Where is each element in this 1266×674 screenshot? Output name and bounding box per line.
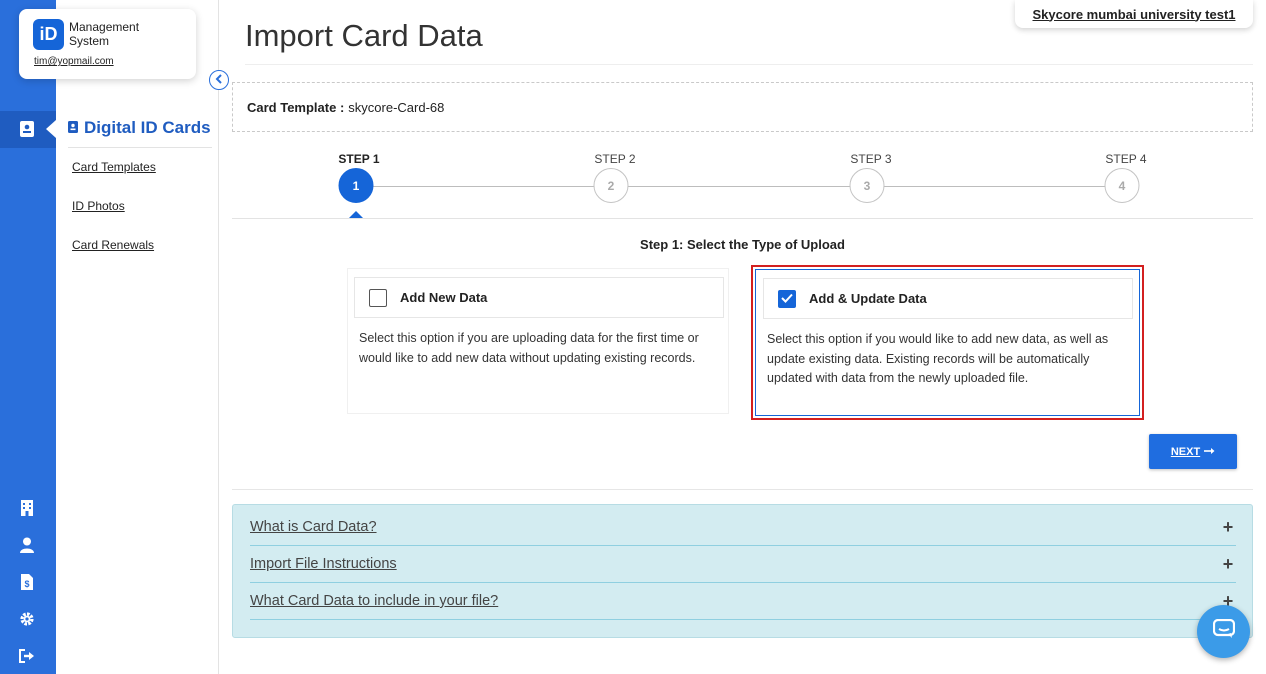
step-4-label: STEP 4 (1105, 152, 1147, 166)
user-email-link[interactable]: tim@yopmail.com (34, 56, 114, 67)
sidebar-title: Digital ID Cards (68, 118, 211, 138)
card-template-label: Card Template : (247, 99, 345, 115)
step-4-circle: 4 (1104, 168, 1140, 203)
brand-name: Management System (69, 20, 139, 48)
chat-icon (1212, 618, 1235, 644)
next-button-label: NEXT (1170, 445, 1201, 458)
accordion-label[interactable]: Import File Instructions (250, 556, 397, 572)
plus-icon[interactable]: + (1220, 517, 1236, 538)
option-add-new-data[interactable]: Add New Data Select this option if you a… (347, 268, 729, 414)
brand-card: iD Management System tim@yopmail.com (19, 9, 196, 79)
title-divider (245, 64, 1253, 65)
step-1-label: STEP 1 (338, 152, 380, 166)
accordion-label[interactable]: What is Card Data? (250, 519, 377, 535)
option-description: Select this option if you are uploading … (359, 331, 699, 365)
step-2-circle: 2 (593, 168, 629, 203)
add-update-data-checkbox[interactable] (778, 289, 796, 308)
brand-logo: iD (33, 19, 64, 50)
card-template-value: skycore-Card-68 (348, 99, 445, 115)
accordion-item-card-data[interactable]: What is Card Data? + (250, 509, 1236, 546)
step-heading: Step 1: Select the Type of Upload (640, 237, 845, 252)
stepper-track (356, 186, 1122, 187)
sidebar-item-card-templates[interactable]: Card Templates (72, 160, 156, 174)
rail-caret (46, 120, 56, 138)
step-3-label: STEP 3 (850, 152, 892, 166)
add-new-data-checkbox[interactable] (369, 288, 387, 307)
logout-icon[interactable] (16, 645, 38, 667)
next-button[interactable]: NEXT (1149, 434, 1237, 469)
card-template-info: Card Template : skycore-Card-68 (232, 82, 1253, 132)
step-2-label: STEP 2 (594, 152, 636, 166)
option-description: Select this option if you would like to … (767, 332, 1109, 385)
page-title: Import Card Data (245, 18, 483, 53)
user-icon[interactable] (16, 534, 38, 556)
arrow-right-icon (1204, 446, 1215, 458)
sidebar-title-text: Digital ID Cards (84, 118, 211, 137)
plus-icon[interactable]: + (1220, 554, 1236, 575)
brand-name-line2: System (69, 34, 110, 48)
tenant-switcher[interactable]: Skycore mumbai university test1 (1015, 0, 1253, 28)
active-step-pointer (349, 211, 363, 218)
chat-widget-button[interactable] (1197, 605, 1250, 658)
option-title: Add New Data (400, 290, 488, 305)
help-accordion: What is Card Data? + Import File Instruc… (232, 504, 1253, 638)
checkmark-icon (781, 291, 793, 306)
building-icon[interactable] (16, 497, 38, 519)
svg-text:$: $ (24, 579, 29, 589)
step-3-circle: 3 (849, 168, 885, 203)
sidebar-item-id-photos[interactable]: ID Photos (72, 199, 125, 213)
id-card-icon[interactable] (16, 118, 38, 140)
brand-name-line1: Management (69, 20, 140, 34)
stepper-divider (232, 218, 1253, 219)
invoice-icon[interactable]: $ (16, 571, 38, 593)
option-title: Add & Update Data (809, 291, 927, 306)
gear-icon[interactable] (16, 608, 38, 630)
option-header[interactable]: Add New Data (354, 277, 724, 318)
accordion-item-import-instructions[interactable]: Import File Instructions + (250, 546, 1236, 583)
step-1-circle: 1 (338, 168, 374, 203)
accordion-item-card-data-include[interactable]: What Card Data to include in your file? … (250, 583, 1236, 620)
section-divider (232, 489, 1253, 490)
collapse-sidebar-button[interactable] (209, 70, 229, 90)
option-header[interactable]: Add & Update Data (763, 278, 1133, 319)
option-add-update-data[interactable]: Add & Update Data Select this option if … (755, 269, 1140, 416)
sidebar-item-card-renewals[interactable]: Card Renewals (72, 238, 154, 252)
accordion-label[interactable]: What Card Data to include in your file? (250, 593, 498, 609)
secondary-sidebar (56, 0, 219, 674)
sidebar-divider (68, 147, 212, 148)
chevron-left-icon (215, 71, 223, 89)
icon-rail: $ (0, 0, 56, 674)
id-card-icon (68, 118, 78, 138)
